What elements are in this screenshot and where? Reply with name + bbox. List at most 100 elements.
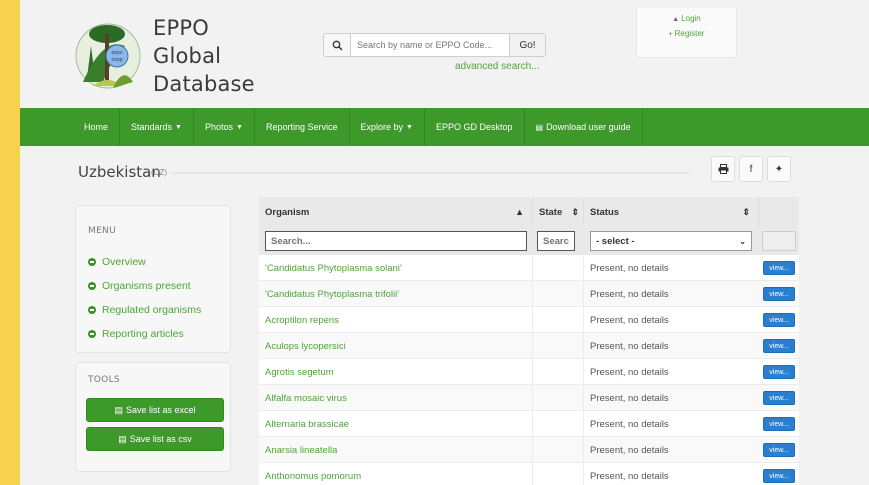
nav-photos[interactable]: Photos ▼ [194, 108, 255, 146]
organism-link[interactable]: Alternaria brassicae [259, 411, 533, 437]
organism-link[interactable]: Aculops lycopersici [259, 333, 533, 359]
login-label: Login [681, 14, 701, 23]
go-button[interactable]: Go! [510, 33, 546, 57]
status-filter-value: - select - [596, 235, 635, 247]
header-state-label: State [539, 206, 563, 218]
user-icon: ▲ [672, 16, 680, 23]
chevron-down-icon: ⌄ [739, 236, 746, 246]
svg-text:oepp: oepp [111, 57, 122, 63]
status-cell: Present, no details [590, 288, 669, 300]
header: eppo oepp EPPO Global Database Go! advan… [20, 0, 869, 108]
menu-item-regulated-organisms[interactable]: Regulated organisms [76, 298, 230, 322]
state-filter-input[interactable] [537, 231, 575, 251]
nav-home-label: Home [84, 122, 109, 132]
organism-link[interactable]: 'Candidatus Phytoplasma solani' [259, 255, 533, 281]
view-button[interactable]: view... [763, 417, 795, 431]
eppo-logo[interactable]: eppo oepp [73, 16, 143, 92]
view-cell: view... [759, 255, 799, 281]
status-cell: Present, no details [590, 366, 669, 378]
organism-link[interactable]: Anarsia lineatella [259, 437, 533, 463]
header-status[interactable]: Status ⇕ [584, 197, 759, 227]
arrow-circle-icon [88, 330, 96, 338]
actions-filter [762, 231, 796, 251]
organism-link[interactable]: Agrotis segetum [259, 359, 533, 385]
nav-gd-desktop-label: EPPO GD Desktop [435, 122, 513, 132]
table-row: 'Candidatus Phytoplasma solani' Present, … [259, 255, 799, 281]
organism-link[interactable]: 'Candidatus Phytoplasma trifolii' [259, 281, 533, 307]
table-row: Anthonomus pomorum Present, no details vie… [259, 463, 799, 485]
nav-download-guide[interactable]: ▤ Download user guide [525, 108, 643, 146]
sort-icon: ⇕ [571, 206, 579, 217]
view-button[interactable]: view... [763, 261, 795, 275]
search-icon[interactable] [323, 33, 350, 57]
view-button[interactable]: view... [763, 313, 795, 327]
facebook-button[interactable]: f [739, 156, 763, 182]
save-csv-label: Save list as csv [129, 434, 192, 444]
search-bar: Go! [323, 33, 546, 57]
menu-item-overview[interactable]: Overview [76, 250, 230, 274]
menu-item-reporting-articles[interactable]: Reporting articles [76, 322, 230, 346]
save-icon: ▤ [118, 434, 127, 444]
status-filter-select[interactable]: - select - ⌄ [590, 231, 752, 251]
caret-down-icon: ▼ [236, 123, 243, 131]
twitter-button[interactable]: ✦ [767, 156, 791, 182]
sort-icon: ⇕ [742, 206, 750, 217]
view-button[interactable]: view... [763, 287, 795, 301]
nav-reporting-service[interactable]: Reporting Service [255, 108, 350, 146]
header-status-label: Status [590, 206, 620, 218]
menu-title: MENU [88, 226, 116, 236]
search-input[interactable] [350, 33, 510, 57]
nav-explore-by[interactable]: Explore by ▼ [350, 108, 425, 146]
header-state[interactable]: State ⇕ [533, 197, 584, 227]
nav-reporting-service-label: Reporting Service [265, 122, 338, 132]
save-icon: ▤ [114, 405, 123, 415]
menu-item-label: Reporting articles [102, 328, 184, 340]
menu-item-label: Organisms present [102, 280, 191, 292]
nav-home[interactable]: Home [73, 108, 121, 146]
view-button[interactable]: view... [763, 391, 795, 405]
state-cell [533, 281, 584, 307]
view-button[interactable]: view... [763, 469, 795, 483]
table-row: Acroptilon repens Present, no details view… [259, 307, 799, 333]
menu-item-organisms-present[interactable]: Organisms present [76, 274, 230, 298]
table-row: Anarsia lineatella Present, no details vie… [259, 437, 799, 463]
login-link[interactable]: ▲ Login [637, 14, 736, 23]
register-link[interactable]: + Register [637, 29, 736, 38]
page-title: Uzbekistan [78, 163, 161, 181]
brand-title: EPPO Global Database [153, 15, 255, 99]
title-divider [170, 172, 690, 174]
brand-line-1: EPPO [153, 16, 209, 40]
organism-filter-input[interactable] [265, 231, 527, 251]
organism-link[interactable]: Alfalfa mosaic virus [259, 385, 533, 411]
arrow-circle-icon [88, 306, 96, 314]
status-cell: Present, no details [590, 418, 669, 430]
nav-gd-desktop[interactable]: EPPO GD Desktop [425, 108, 525, 146]
organism-link[interactable]: Anthonomus pomorum [259, 463, 533, 485]
view-button[interactable]: view... [763, 443, 795, 457]
print-button[interactable] [711, 156, 735, 182]
save-csv-button[interactable]: ▤ Save list as csv [86, 427, 224, 451]
organisms-table: Organism ▲ State ⇕ Status ⇕ - select - ⌄ 'Ca… [259, 197, 799, 485]
page: eppo oepp EPPO Global Database Go! advan… [20, 0, 869, 485]
view-cell: view... [759, 307, 799, 333]
table-row: Alternaria brassicae Present, no details v… [259, 411, 799, 437]
view-button[interactable]: view... [763, 339, 795, 353]
status-cell: Present, no details [590, 340, 669, 352]
brand-line-2: Global [153, 44, 222, 68]
status-cell: Present, no details [590, 444, 669, 456]
main-nav: Home Standards ▼ Photos ▼ Reporting Servic… [20, 108, 869, 146]
organism-link[interactable]: Acroptilon repens [259, 307, 533, 333]
svg-text:eppo: eppo [111, 50, 122, 56]
advanced-search-link[interactable]: advanced search... [455, 61, 540, 72]
country-code: (UZ) [151, 168, 167, 177]
nav-standards[interactable]: Standards ▼ [120, 108, 194, 146]
status-cell: Present, no details [590, 314, 669, 326]
header-organism[interactable]: Organism ▲ [259, 197, 533, 227]
view-button[interactable]: view... [763, 365, 795, 379]
menu-item-label: Overview [102, 256, 146, 268]
save-excel-button[interactable]: ▤ Save list as excel [86, 398, 224, 422]
table-row: Aculops lycopersici Present, no details vi… [259, 333, 799, 359]
state-cell [533, 385, 584, 411]
arrow-circle-icon [88, 282, 96, 290]
arrow-circle-icon [88, 258, 96, 266]
